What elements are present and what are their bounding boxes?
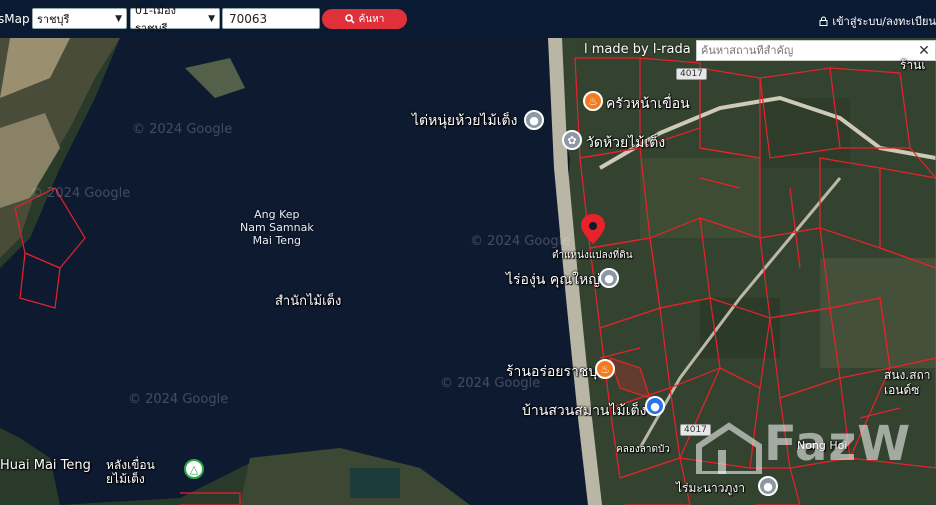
- district-value: 01-เมืองราชบุรี: [135, 3, 176, 35]
- village-label[interactable]: บ้านสวนสมานไม้เต็ง: [522, 400, 646, 422]
- restaurant-aroi-label[interactable]: ร้านอร่อยราชบุรี: [506, 361, 605, 383]
- postal-code-input[interactable]: [222, 8, 320, 29]
- office-label: สำนักไม้เต็ง: [275, 294, 342, 309]
- map-watermark: © 2024 Google: [132, 122, 233, 137]
- behind-dam-label[interactable]: หลังเขื่อน ยไม้เต็ง: [106, 458, 155, 486]
- lock-icon: [819, 16, 828, 26]
- search-button-label: ค้นหา: [358, 13, 385, 25]
- place-pin-icon[interactable]: ●: [524, 110, 544, 130]
- search-icon: [344, 14, 355, 24]
- park-icon[interactable]: △: [184, 459, 204, 479]
- brand-logo: sMaps: [0, 12, 30, 26]
- map-credit: l made by l-rada: [584, 42, 691, 57]
- temple-icon[interactable]: ✿: [562, 130, 582, 150]
- place-pin-icon[interactable]: ●: [758, 476, 778, 496]
- edge-place-label[interactable]: ร้านเ: [900, 56, 926, 75]
- huai-mai-teng-label: Huai Mai Teng: [0, 458, 91, 473]
- vineyard-label[interactable]: ไร่องุ่น คุณใหญ่: [506, 269, 600, 291]
- parcel-location-label: ตำแหน่งแปลงที่ดิน: [552, 250, 633, 261]
- restaurant-dam-label[interactable]: ครัวหน้าเขื่อน: [606, 93, 690, 115]
- chevron-down-icon: ▼: [208, 13, 215, 24]
- chevron-down-icon: ▼: [115, 13, 122, 24]
- road-label: คลองลาดบัว: [616, 444, 670, 455]
- login-label: เข้าสู่ระบบ/ลงทะเบียน: [832, 15, 936, 28]
- restaurant-icon[interactable]: ♨: [595, 359, 615, 379]
- village-pin-icon[interactable]: ●: [645, 396, 665, 416]
- map-watermark: © 2024 Google: [128, 392, 229, 407]
- place-search-input[interactable]: [697, 44, 913, 57]
- reservoir-label: Ang Kep Nam Samnak Mai Teng: [240, 208, 314, 247]
- view-point-label[interactable]: ไต่หนุ่ยห้วยไม้เต็ง: [412, 110, 517, 132]
- map-watermark: © 2024 Google: [30, 186, 131, 201]
- top-bar: sMaps ราชบุรี ▼ 01-เมืองราชบุรี ▼ ค้นหา …: [0, 0, 936, 38]
- search-button[interactable]: ค้นหา: [322, 9, 407, 29]
- farm-label[interactable]: ไร่มะนาวภูงา: [676, 479, 745, 498]
- login-link[interactable]: เข้าสู่ระบบ/ลงทะเบียน: [819, 12, 936, 30]
- edge-office-label[interactable]: สนง.สถา เอนด์ซ: [884, 368, 931, 398]
- satellite-map[interactable]: © 2024 Google © 2024 Google © 2024 Googl…: [0, 38, 936, 505]
- province-value: ราชบุรี: [37, 12, 70, 26]
- house-logo-icon: [694, 422, 764, 477]
- province-select[interactable]: ราชบุรี ▼: [32, 8, 127, 29]
- place-pin-icon[interactable]: ●: [599, 268, 619, 288]
- restaurant-icon[interactable]: ♨: [583, 91, 603, 111]
- district-select[interactable]: 01-เมืองราชบุรี ▼: [130, 4, 220, 35]
- road-number-badge: 4017: [676, 68, 707, 80]
- brand-watermark: FazW: [694, 416, 911, 477]
- temple-label[interactable]: วัดห้วยไม้เต็ง: [586, 132, 665, 154]
- map-watermark: © 2024 Google: [470, 234, 571, 249]
